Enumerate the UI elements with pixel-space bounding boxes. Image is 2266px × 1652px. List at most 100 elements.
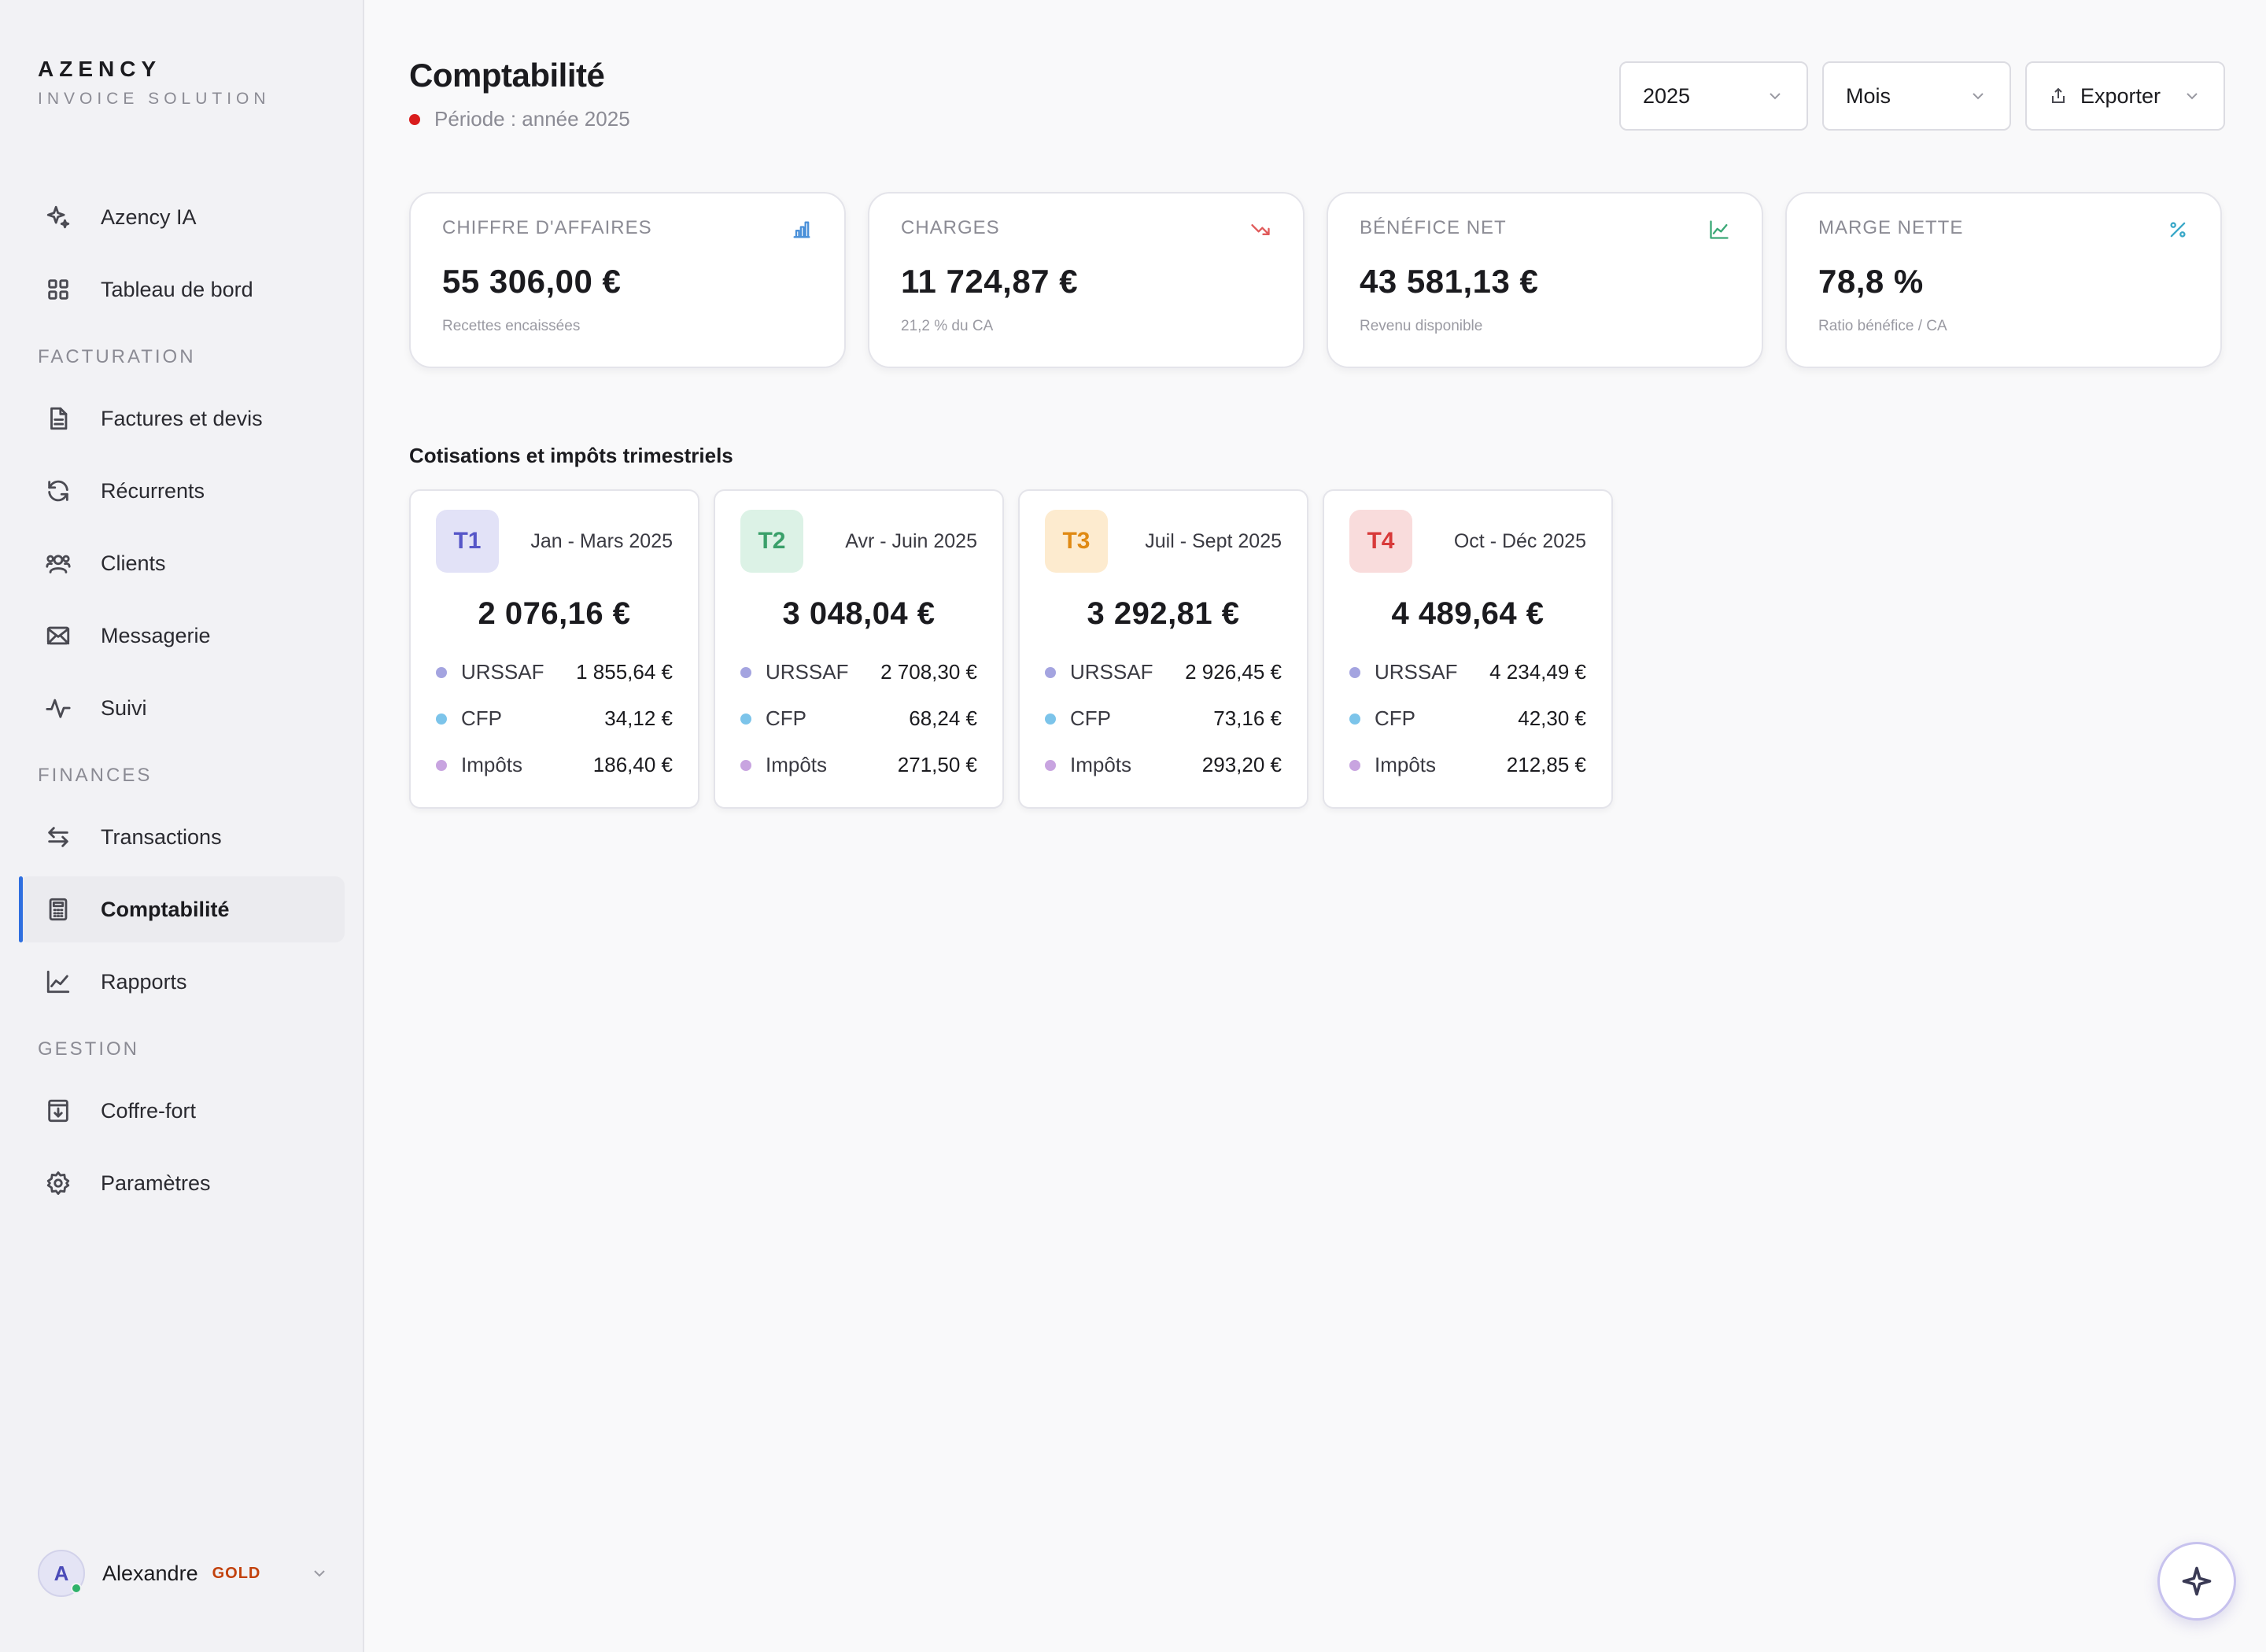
legend-dot xyxy=(1349,713,1360,725)
sidebar-item-clients[interactable]: Clients xyxy=(19,530,345,596)
calculator-icon xyxy=(44,895,72,924)
share-icon xyxy=(2052,87,2065,103)
period-indicator: Période : année 2025 xyxy=(409,107,630,131)
user-menu[interactable]: A Alexandre GOLD xyxy=(38,1550,329,1597)
sidebar-item-comptabilite[interactable]: Comptabilité xyxy=(19,876,345,942)
row-cfp: CFP 68,24 € xyxy=(740,695,977,742)
kpi-value: 11 724,87 € xyxy=(901,263,1079,300)
row-impots: Impôts 186,40 € xyxy=(436,742,673,788)
kpi-cards: CHIFFRE D'AFFAIRES 55 306,00 € Recettes … xyxy=(409,192,2222,368)
sidebar-item-factures[interactable]: Factures et devis xyxy=(19,385,345,452)
legend-dot xyxy=(740,713,751,725)
sidebar-item-tableau-de-bord[interactable]: Tableau de bord xyxy=(19,256,345,323)
legend-dot xyxy=(740,759,751,771)
sidebar-item-label: Paramètres xyxy=(101,1171,211,1195)
row-urssaf: URSSAF 1 855,64 € xyxy=(436,649,673,695)
kpi-value: 55 306,00 € xyxy=(442,263,622,300)
legend-dot xyxy=(1349,666,1360,678)
chevron-down-icon[interactable] xyxy=(310,1564,329,1583)
sidebar-item-label: Tableau de bord xyxy=(101,277,253,301)
row-label: CFP xyxy=(1070,706,1111,730)
row-label: CFP xyxy=(766,706,806,730)
legend-dot xyxy=(1349,759,1360,771)
arrows-icon xyxy=(44,823,72,851)
kpi-subtitle: 21,2 % du CA xyxy=(901,318,994,334)
legend-dot xyxy=(740,666,751,678)
sidebar-item-coffre-fort[interactable]: Coffre-fort xyxy=(19,1078,345,1144)
year-select-value: 2025 xyxy=(1643,83,1691,108)
sidebar-item-label: Coffre-fort xyxy=(101,1098,197,1123)
avatar: A xyxy=(38,1550,85,1597)
row-label: URSSAF xyxy=(461,660,544,684)
export-label: Exporter xyxy=(2080,83,2161,108)
kpi-subtitle: Recettes encaissées xyxy=(442,318,581,334)
kpi-value: 78,8 % xyxy=(1818,263,1924,300)
grid-icon xyxy=(44,275,72,304)
sidebar-item-label: Messagerie xyxy=(101,623,211,647)
year-select[interactable]: 2025 xyxy=(1619,61,1808,131)
sidebar-item-parametres[interactable]: Paramètres xyxy=(19,1150,345,1216)
quarter-card-t3: T3 Juil - Sept 2025 3 292,81 € URSSAF 2 9… xyxy=(1018,489,1308,809)
row-value: 293,20 € xyxy=(1201,753,1282,776)
kpi-card-charges: CHARGES 11 724,87 € 21,2 % du CA xyxy=(868,192,1305,368)
quarter-range: Juil - Sept 2025 xyxy=(1145,529,1282,552)
kpi-card-marge-nette: MARGE NETTE 78,8 % Ratio bénéfice / CA xyxy=(1785,192,2222,368)
sidebar: AZENCY INVOICE SOLUTION Azency IA Tablea… xyxy=(0,0,364,1652)
row-value: 34,12 € xyxy=(604,706,673,730)
quarter-range: Jan - Mars 2025 xyxy=(530,529,673,552)
sparkle-icon xyxy=(44,203,72,231)
sidebar-item-label: Azency IA xyxy=(101,205,197,229)
kpi-subtitle: Revenu disponible xyxy=(1360,318,1483,334)
export-button[interactable]: Exporter xyxy=(2025,61,2225,131)
row-label: CFP xyxy=(1375,706,1415,730)
sidebar-item-rapports[interactable]: Rapports xyxy=(19,949,345,1015)
user-name: Alexandre xyxy=(102,1561,198,1585)
ai-assistant-button[interactable] xyxy=(2157,1542,2236,1621)
sidebar-item-transactions[interactable]: Transactions xyxy=(19,804,345,870)
legend-dot xyxy=(1045,759,1056,771)
online-status-dot xyxy=(71,1583,82,1594)
row-label: CFP xyxy=(461,706,502,730)
kpi-label: BÉNÉFICE NET xyxy=(1360,217,1507,238)
row-label: Impôts xyxy=(461,753,523,776)
row-urssaf: URSSAF 4 234,49 € xyxy=(1349,649,1586,695)
legend-dot xyxy=(436,713,447,725)
sidebar-item-recurrents[interactable]: Récurrents xyxy=(19,458,345,524)
granularity-select[interactable]: Mois xyxy=(1822,61,2011,131)
quarter-total: 3 292,81 € xyxy=(1087,596,1240,631)
row-urssaf: URSSAF 2 708,30 € xyxy=(740,649,977,695)
quarter-badge: T2 xyxy=(740,510,803,573)
sidebar-item-label: Clients xyxy=(101,551,166,575)
page-title: Comptabilité xyxy=(409,57,605,94)
legend-dot xyxy=(1045,713,1056,725)
row-value: 4 234,49 € xyxy=(1489,660,1586,684)
brand-logo[interactable]: AZENCY INVOICE SOLUTION xyxy=(38,57,271,109)
row-cfp: CFP 42,30 € xyxy=(1349,695,1586,742)
quarter-card-t4: T4 Oct - Déc 2025 4 489,64 € URSSAF 4 234… xyxy=(1323,489,1613,809)
row-impots: Impôts 212,85 € xyxy=(1349,742,1586,788)
kpi-card-benefice-net: BÉNÉFICE NET 43 581,13 € Revenu disponib… xyxy=(1327,192,1763,368)
row-value: 42,30 € xyxy=(1518,706,1586,730)
line-chart-icon xyxy=(44,968,72,996)
brand-name: AZENCY xyxy=(38,57,162,81)
section-facturation: FACTURATION xyxy=(38,346,196,367)
archive-icon xyxy=(44,1097,72,1125)
chevron-down-icon xyxy=(1973,93,1984,100)
sidebar-item-label: Récurrents xyxy=(101,478,205,503)
sidebar-item-azency-ia[interactable]: Azency IA xyxy=(19,184,345,250)
quarter-badge: T1 xyxy=(436,510,499,573)
trend-up-icon xyxy=(1708,219,1730,241)
period-label: Période : année 2025 xyxy=(434,107,630,131)
legend-dot xyxy=(436,666,447,678)
sidebar-item-messagerie[interactable]: Messagerie xyxy=(19,603,345,669)
sidebar-item-suivi[interactable]: Suivi xyxy=(19,675,345,741)
kpi-label: MARGE NETTE xyxy=(1818,217,1964,238)
row-label: Impôts xyxy=(1070,753,1132,776)
legend-dot xyxy=(1045,666,1056,678)
quarter-total: 3 048,04 € xyxy=(782,596,936,631)
row-label: URSSAF xyxy=(1375,660,1458,684)
row-impots: Impôts 271,50 € xyxy=(740,742,977,788)
row-label: URSSAF xyxy=(766,660,849,684)
section-finances: FINANCES xyxy=(38,765,153,786)
kpi-card-chiffre-affaires: CHIFFRE D'AFFAIRES 55 306,00 € Recettes … xyxy=(409,192,846,368)
